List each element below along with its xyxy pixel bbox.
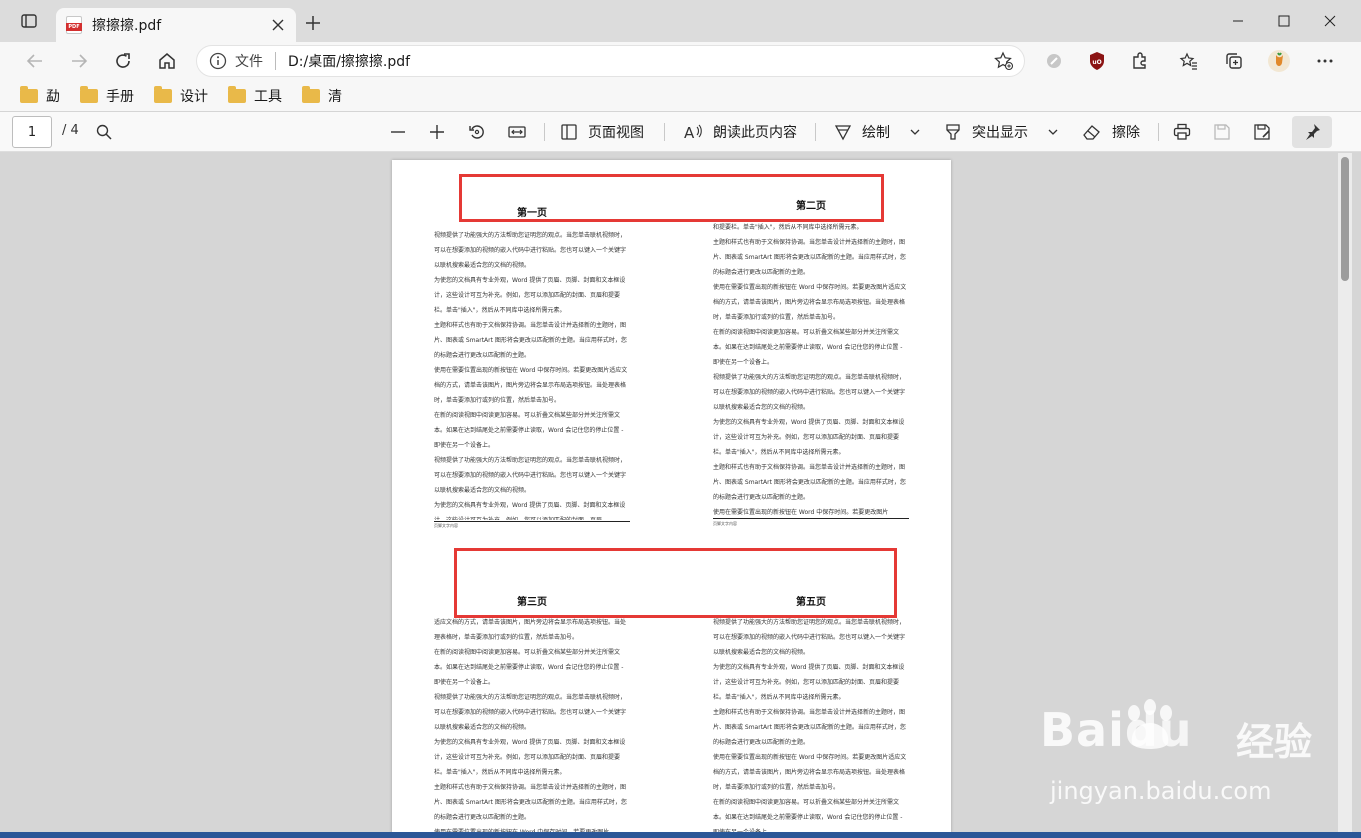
- home-button[interactable]: [152, 46, 182, 76]
- annotation-box-top: [459, 174, 884, 222]
- draw-label: 绘制: [862, 125, 890, 141]
- toolbar-divider: [1158, 123, 1159, 141]
- save-icon[interactable]: [1210, 118, 1234, 146]
- zoom-out-button[interactable]: [386, 118, 410, 146]
- zoom-in-button[interactable]: [425, 118, 449, 146]
- extension-gray-icon[interactable]: [1040, 47, 1068, 75]
- watermark-brand: Baidu: [1040, 703, 1193, 757]
- fit-to-width-icon[interactable]: [505, 118, 529, 146]
- bookmark-label: 工具: [254, 88, 282, 105]
- extensions-puzzle-icon[interactable]: [1126, 47, 1154, 75]
- close-window-button[interactable]: [1307, 0, 1353, 42]
- draw-options-chevron-down-icon[interactable]: [905, 118, 925, 146]
- page-number-input[interactable]: 1: [12, 116, 52, 148]
- page-footer-rule-2: [713, 518, 909, 519]
- bookmark-folder[interactable]: 手册: [80, 83, 134, 109]
- bookmark-folder[interactable]: 设计: [154, 83, 208, 109]
- scrollbar-thumb[interactable]: [1341, 157, 1349, 281]
- bookmark-folder[interactable]: 清: [302, 83, 342, 109]
- title-bar: 擦擦擦.pdf: [0, 0, 1361, 42]
- page-body-2: 和提要栏。单击"插入"，然后从不同库中选择所需元素。 主题和样式也有助于文档保持…: [713, 224, 907, 516]
- read-aloud-button[interactable]: A 朗读此页内容: [683, 118, 797, 146]
- page-body-5: 视频提供了功能强大的方法帮助您证明您的观点。当您单击联机视频时，可以在想要添加的…: [713, 619, 907, 836]
- close-tab-icon[interactable]: [266, 13, 290, 37]
- address-bar[interactable]: 文件 D:/桌面/擦擦擦.pdf: [196, 45, 1025, 77]
- info-icon[interactable]: [209, 52, 227, 70]
- tab-actions-icon[interactable]: [18, 10, 40, 32]
- folder-icon: [80, 85, 98, 103]
- address-divider: [275, 52, 276, 70]
- favorites-icon[interactable]: [1175, 47, 1203, 75]
- bookmarks-bar: 勐 手册 设计 工具 清: [0, 80, 1361, 112]
- rotate-icon[interactable]: [465, 118, 489, 146]
- toolbar-divider: [544, 123, 545, 141]
- erase-button[interactable]: 擦除: [1082, 118, 1140, 146]
- highlight-button[interactable]: 突出显示: [944, 118, 1028, 146]
- highlight-options-chevron-down-icon[interactable]: [1043, 118, 1063, 146]
- bookmark-folder[interactable]: 勐: [20, 83, 60, 109]
- refresh-button[interactable]: [108, 46, 138, 76]
- pdf-file-icon: [66, 16, 82, 34]
- page-footer-rule-1: [434, 521, 630, 522]
- page-footer-2: 页脚文字内容: [713, 521, 737, 526]
- draw-button[interactable]: 绘制: [834, 118, 890, 146]
- folder-icon: [302, 85, 320, 103]
- bookmark-label: 手册: [106, 88, 134, 105]
- toolbar-divider: [664, 123, 665, 141]
- bookmark-folder[interactable]: 工具: [228, 83, 282, 109]
- bookmark-label: 勐: [46, 88, 60, 105]
- folder-icon: [20, 85, 38, 103]
- watermark-cn: 经验: [1236, 720, 1313, 764]
- page-body-1: 视频提供了功能强大的方法帮助您证明您的观点。当您单击联机视频时，可以在想要添加的…: [434, 232, 628, 520]
- add-favorite-icon[interactable]: [992, 49, 1016, 73]
- baidu-jingyan-watermark: Baidu 经验 jingyan.baidu.com: [1040, 685, 1340, 815]
- page-total: / 4: [62, 123, 79, 138]
- back-button[interactable]: [20, 46, 50, 76]
- page-body-3: 适应文档的方式，请单击该图片，图片旁边将会显示布局选项按钮。当处理表格时，单击要…: [434, 619, 627, 836]
- forward-button[interactable]: [64, 46, 94, 76]
- pin-toolbar-icon[interactable]: [1292, 116, 1332, 148]
- bookmark-label: 设计: [180, 88, 208, 105]
- vertical-scrollbar[interactable]: [1338, 153, 1352, 838]
- address-scheme-label: 文件: [235, 54, 263, 70]
- search-icon[interactable]: [92, 118, 116, 146]
- annotation-box-bottom: [454, 548, 897, 618]
- page-view-label: 页面视图: [588, 125, 644, 141]
- svg-text:A: A: [684, 124, 695, 141]
- bookmark-label: 清: [328, 88, 342, 105]
- toolbar-divider: [815, 123, 816, 141]
- more-options-icon[interactable]: [1311, 47, 1339, 75]
- navigation-bar: 文件 D:/桌面/擦擦擦.pdf uO: [0, 42, 1361, 80]
- folder-icon: [228, 85, 246, 103]
- tab-active[interactable]: 擦擦擦.pdf: [56, 8, 296, 42]
- ublock-shield-icon[interactable]: uO: [1083, 47, 1111, 75]
- maximize-button[interactable]: [1261, 0, 1307, 42]
- minimize-button[interactable]: [1215, 0, 1261, 42]
- watermark-site: jingyan.baidu.com: [1050, 777, 1272, 805]
- save-as-icon[interactable]: [1250, 118, 1274, 146]
- tab-title: 擦擦擦.pdf: [92, 18, 162, 34]
- folder-icon: [154, 85, 172, 103]
- profile-avatar[interactable]: [1265, 47, 1293, 75]
- address-url[interactable]: D:/桌面/擦擦擦.pdf: [288, 51, 992, 71]
- svg-text:uO: uO: [1092, 59, 1101, 66]
- read-aloud-label: 朗读此页内容: [713, 125, 797, 141]
- highlight-label: 突出显示: [972, 125, 1028, 141]
- print-icon[interactable]: [1170, 118, 1194, 146]
- pdf-toolbar: 1 / 4 页面视图 A 朗读此页内容 绘制 突出显示 擦除: [0, 112, 1361, 152]
- page-view-button[interactable]: 页面视图: [560, 118, 644, 146]
- erase-label: 擦除: [1112, 125, 1140, 141]
- pdf-page: 第一页 视频提供了功能强大的方法帮助您证明您的观点。当您单击联机视频时，可以在想…: [392, 160, 951, 838]
- new-tab-button[interactable]: [300, 10, 326, 36]
- page-footer-1: 页脚文字内容: [434, 523, 458, 528]
- collections-icon[interactable]: [1220, 47, 1248, 75]
- taskbar-edge: [0, 832, 1361, 838]
